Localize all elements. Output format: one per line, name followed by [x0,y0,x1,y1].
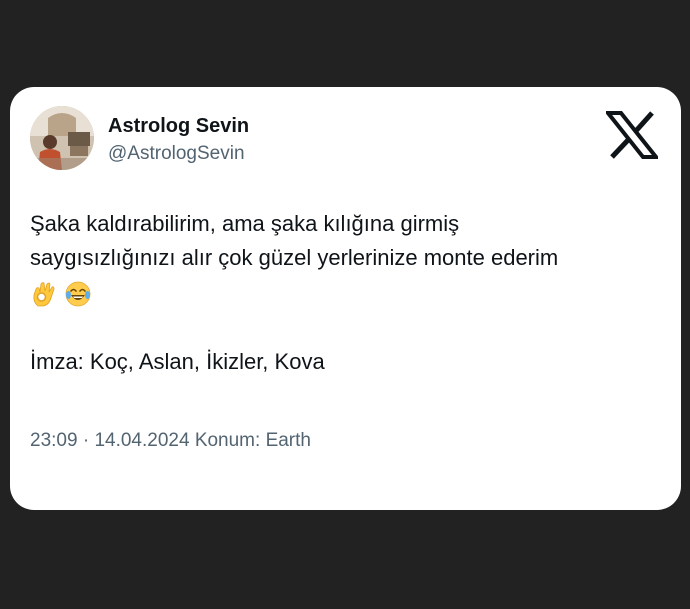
x-logo-icon[interactable] [603,111,661,159]
meta-separator: · [82,430,90,451]
tweet-text: Şaka kaldırabilirim, ama şaka kılığına g… [30,207,650,379]
emoji-row [30,277,650,311]
ok-hand-icon [30,280,58,308]
tweet-text-line: saygısızlığınızı alır çok güzel yerlerin… [30,245,559,270]
tweet-time[interactable]: 23:09 [30,430,78,451]
tweet-text-line: Şaka kaldırabilirim, ama şaka kılığına g… [30,211,460,236]
tweet-card: Astrolog Sevin @AstrologSevin Şaka kaldı… [10,87,681,510]
tweet-location: Konum: Earth [194,430,311,451]
tweet-signature: İmza: Koç, Aslan, İkizler, Kova [30,349,325,374]
tears-of-joy-icon [64,280,92,308]
author-handle[interactable]: @AstrologSevin [108,143,245,165]
avatar[interactable] [30,106,94,170]
tweet-date[interactable]: 14.04.2024 [94,430,189,451]
author-display-name[interactable]: Astrolog Sevin [108,115,249,138]
tweet-meta: 23:09 · 14.04.2024 Konum: Earth [30,430,311,452]
